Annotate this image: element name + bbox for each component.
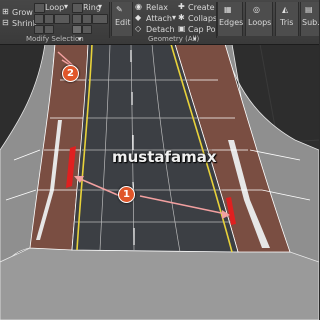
ribbon-separator	[109, 2, 110, 38]
edit-icon: ✎	[116, 5, 123, 14]
callout-1: 1	[118, 186, 135, 203]
attach-icon: ◆	[135, 13, 142, 22]
loop-step-left-button[interactable]	[34, 25, 44, 34]
tris-icon: ◭	[282, 5, 289, 14]
edges-label: Edges	[219, 18, 244, 27]
collapse-icon: ✱	[178, 13, 185, 22]
loop-mode-button[interactable]	[34, 3, 45, 13]
shrink-icon: ⊟	[2, 18, 9, 27]
ring-mode-button[interactable]	[72, 3, 83, 13]
loop-select-button[interactable]	[54, 14, 70, 24]
tris-label: Tris	[280, 18, 294, 27]
loops-icon: ◎	[253, 5, 260, 14]
loop-shift-down-button[interactable]	[44, 14, 54, 24]
screenshot: mustafamax 1 2 ⊞ Grow ⊟ Shrink Loop ▾ Ri…	[0, 0, 319, 320]
ring-dropdown-icon[interactable]: ▾	[98, 3, 102, 11]
loop-step-right-button[interactable]	[44, 25, 54, 34]
loops-label: Loops	[248, 18, 272, 27]
detach-button[interactable]: Detach	[146, 25, 175, 34]
attach-dropdown-icon[interactable]: ▾	[172, 14, 176, 22]
cap-poly-icon: ▣	[178, 24, 186, 33]
ring-shift-up-button[interactable]	[72, 14, 82, 24]
ribbon-toolbar: ⊞ Grow ⊟ Shrink Loop ▾ Ring ▾ ✎ Edit ◉ R…	[0, 0, 319, 45]
geometry-panel-title[interactable]: Geometry (All)	[148, 35, 199, 43]
detach-icon: ◇	[135, 24, 142, 33]
loop-shift-up-button[interactable]	[34, 14, 44, 24]
grow-button[interactable]: Grow	[12, 8, 33, 17]
road-bottom-wall	[0, 247, 319, 320]
watermark-text: mustafamax	[112, 148, 217, 166]
geometry-dropdown-icon[interactable]: ▾	[193, 35, 197, 43]
create-icon: ✚	[178, 2, 185, 11]
subdivide-icon: ▤	[305, 5, 313, 14]
create-button[interactable]: Create	[188, 3, 215, 12]
attach-button[interactable]: Attach	[146, 14, 172, 23]
edges-icon: ▦	[224, 5, 232, 14]
callout-2: 2	[62, 65, 79, 82]
modify-selection-dropdown-icon[interactable]: ▾	[78, 35, 82, 43]
ring-select-button[interactable]	[92, 14, 108, 24]
relax-icon: ◉	[135, 2, 142, 11]
ring-step-left-button[interactable]	[72, 25, 82, 34]
relax-button[interactable]: Relax	[146, 3, 168, 12]
edit-label: Edit	[115, 18, 131, 27]
ring-step-right-button[interactable]	[82, 25, 92, 34]
loop-button[interactable]: Loop	[45, 3, 64, 12]
grow-icon: ⊞	[2, 7, 9, 16]
ring-shift-down-button[interactable]	[82, 14, 92, 24]
modify-selection-panel-title[interactable]: Modify Selection	[26, 35, 84, 43]
subdivide-label: Sub.	[302, 18, 319, 27]
loop-dropdown-icon[interactable]: ▾	[64, 3, 68, 11]
